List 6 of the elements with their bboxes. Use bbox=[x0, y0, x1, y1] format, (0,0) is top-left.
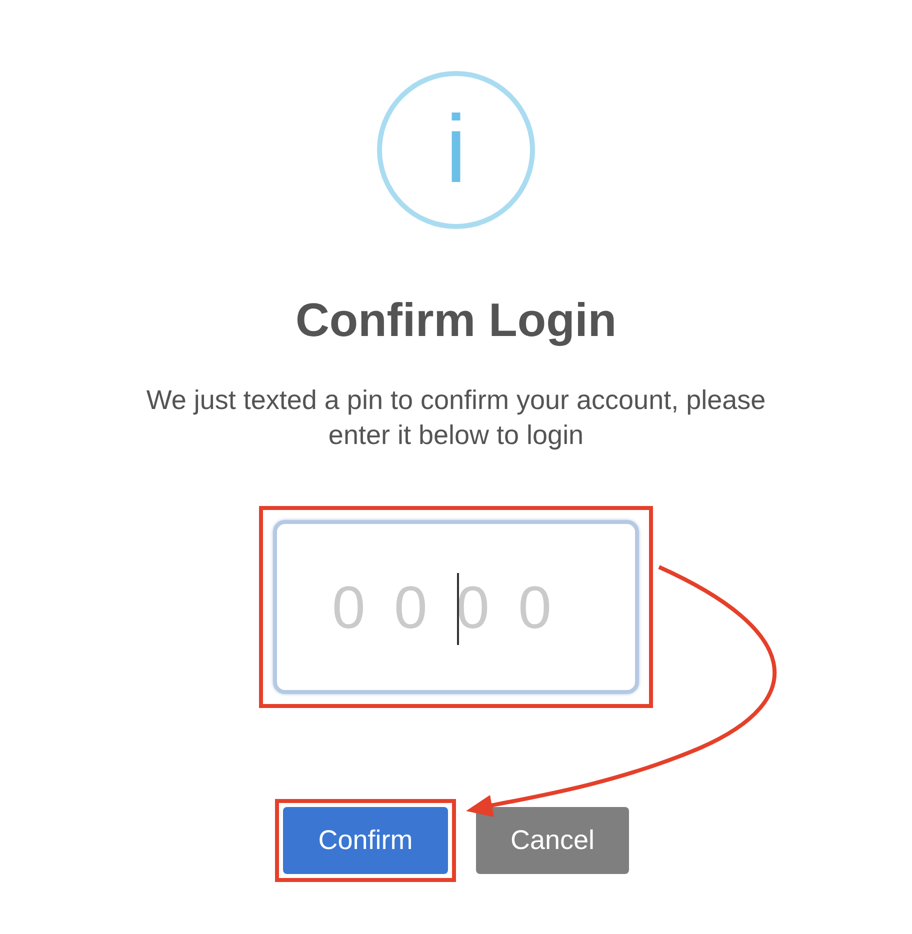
confirm-button[interactable]: Confirm bbox=[283, 807, 448, 874]
dialog-title: Confirm Login bbox=[295, 292, 617, 348]
text-cursor bbox=[457, 573, 459, 645]
dialog-message: We just texted a pin to confirm your account, please enter it below to login bbox=[146, 384, 766, 452]
info-icon: i bbox=[377, 71, 535, 229]
cancel-button[interactable]: Cancel bbox=[476, 807, 629, 874]
